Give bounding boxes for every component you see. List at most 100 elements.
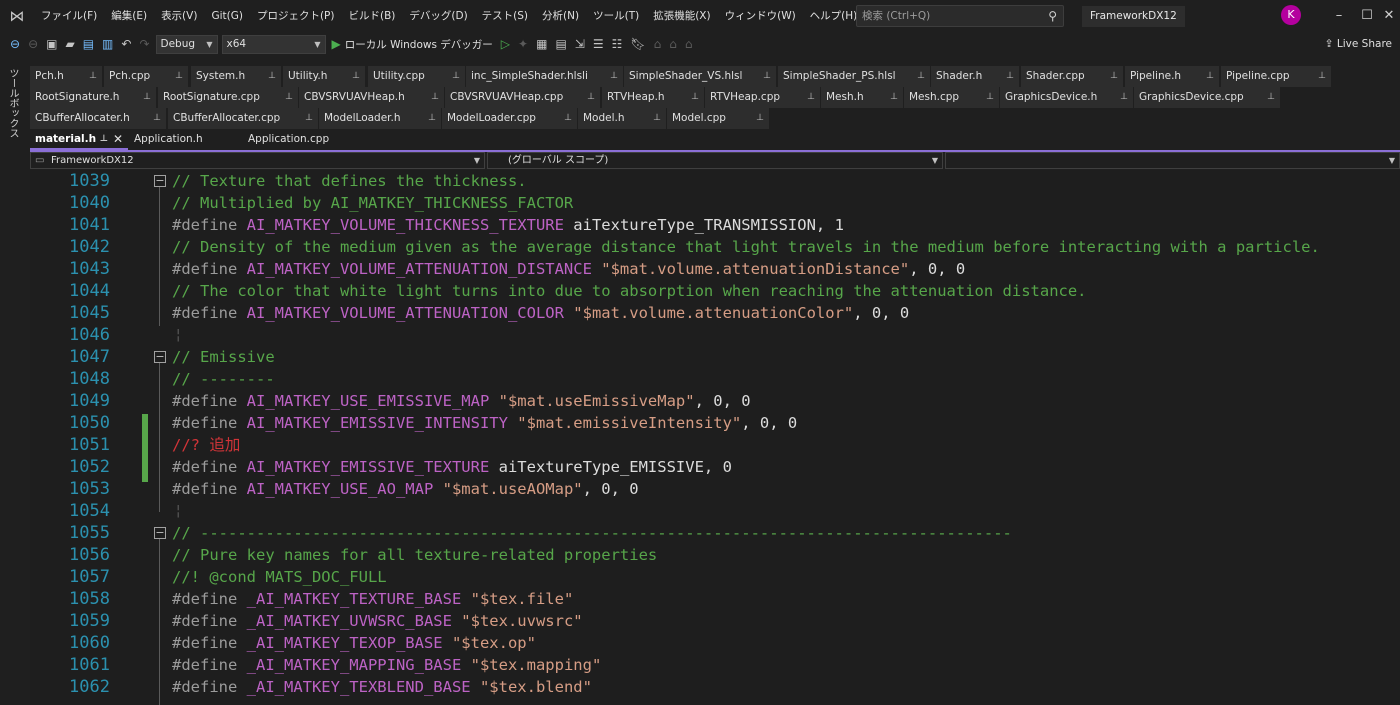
search-input[interactable]: 検索 (Ctrl+Q) ⚲ bbox=[856, 5, 1064, 27]
tab-utility-h[interactable]: Utility.h ⊥ bbox=[283, 66, 365, 87]
tab-pipeline-h[interactable]: Pipeline.h ⊥ bbox=[1125, 66, 1219, 87]
comment-icon[interactable]: ☰ bbox=[589, 32, 608, 56]
avatar[interactable]: K bbox=[1281, 5, 1301, 25]
pin-icon[interactable]: ⊥ bbox=[653, 108, 661, 129]
code-line[interactable]: 1050 #define AI_MATKEY_EMISSIVE_INTENSIT… bbox=[30, 412, 1400, 434]
next-bookmark-icon[interactable]: ⌂ bbox=[665, 32, 681, 56]
collapse-icon[interactable]: − bbox=[154, 351, 166, 363]
undo-icon[interactable]: ↶ bbox=[117, 32, 135, 56]
tab-application-cpp[interactable]: Application.cpp bbox=[243, 129, 373, 150]
close-window-button[interactable]: ✕ bbox=[1374, 0, 1400, 32]
tab-model-h[interactable]: Model.h ⊥ bbox=[578, 108, 666, 129]
code-line[interactable]: 1057 //! @cond MATS_DOC_FULL bbox=[30, 566, 1400, 588]
pin-icon[interactable]: ⊥ bbox=[452, 66, 460, 87]
pin-icon[interactable]: ⊥ bbox=[986, 87, 994, 108]
tab-rtvheap-h[interactable]: RTVHeap.h ⊥ bbox=[602, 87, 704, 108]
toolbox-label[interactable]: ツールボックス bbox=[5, 60, 20, 138]
configuration-select[interactable]: Debug ▼ bbox=[155, 34, 218, 54]
navigate-forward-icon[interactable]: ⊖ bbox=[24, 32, 42, 56]
tab-shader-h[interactable]: Shader.h ⊥ bbox=[931, 66, 1019, 87]
tab-cbvsrvuavheap-cpp[interactable]: CBVSRVUAVHeap.cpp ⊥ bbox=[445, 87, 600, 108]
tab-shader-cpp[interactable]: Shader.cpp ⊥ bbox=[1021, 66, 1123, 87]
tab-rtvheap-cpp[interactable]: RTVHeap.cpp ⊥ bbox=[705, 87, 820, 108]
pin-icon[interactable]: ⊥ bbox=[691, 87, 699, 108]
hot-reload-icon[interactable]: ✦ bbox=[514, 32, 532, 56]
tab-modelloader-h[interactable]: ModelLoader.h ⊥ bbox=[319, 108, 441, 129]
tab-mesh-h[interactable]: Mesh.h ⊥ bbox=[821, 87, 903, 108]
tab-cbvsrvuavheap-h[interactable]: CBVSRVUAVHeap.h ⊥ bbox=[299, 87, 444, 108]
layout-icon[interactable]: ▤ bbox=[551, 32, 570, 56]
menu-project[interactable]: プロジェクト(P) bbox=[250, 0, 342, 32]
menu-view[interactable]: 表示(V) bbox=[154, 0, 204, 32]
code-line[interactable]: 1059 #define _AI_MATKEY_UVWSRC_BASE "$te… bbox=[30, 610, 1400, 632]
menu-extensions[interactable]: 拡張機能(X) bbox=[646, 0, 717, 32]
save-icon[interactable]: ▤ bbox=[79, 32, 98, 56]
code-line[interactable]: 1045 #define AI_MATKEY_VOLUME_ATTENUATIO… bbox=[30, 302, 1400, 324]
tab-cbufferallocater-cpp[interactable]: CBufferAllocater.cpp ⊥ bbox=[168, 108, 318, 129]
code-line[interactable]: 1051 //? 追加 bbox=[30, 434, 1400, 456]
project-select[interactable]: ▭ FrameworkDX12 ▼ bbox=[30, 152, 485, 169]
code-line[interactable]: 1054 ¦ bbox=[30, 500, 1400, 522]
menu-analyze[interactable]: 分析(N) bbox=[535, 0, 586, 32]
code-line[interactable]: 1056 // Pure key names for all texture-r… bbox=[30, 544, 1400, 566]
pin-icon[interactable]: ⊥ bbox=[352, 66, 360, 87]
pin-icon[interactable]: ⊥ bbox=[431, 87, 439, 108]
code-editor[interactable]: 1039 − // Texture that defines the thick… bbox=[30, 170, 1400, 705]
pin-icon[interactable]: ⊥ bbox=[89, 66, 97, 87]
code-line[interactable]: 1052 #define AI_MATKEY_EMISSIVE_TEXTURE … bbox=[30, 456, 1400, 478]
code-line[interactable]: 1041 #define AI_MATKEY_VOLUME_THICKNESS_… bbox=[30, 214, 1400, 236]
pin-icon[interactable]: ⊥ bbox=[1206, 66, 1214, 87]
pin-icon[interactable]: ⊥ bbox=[564, 108, 572, 129]
visual-studio-logo-icon[interactable]: ⋈ bbox=[0, 0, 34, 32]
pin-icon[interactable]: ⊥ bbox=[587, 87, 595, 108]
code-line[interactable]: 1060 #define _AI_MATKEY_TEXOP_BASE "$tex… bbox=[30, 632, 1400, 654]
collapse-icon[interactable]: − bbox=[154, 527, 166, 539]
solution-name-badge[interactable]: FrameworkDX12 bbox=[1082, 6, 1185, 27]
code-line[interactable]: 1042 // Density of the medium given as t… bbox=[30, 236, 1400, 258]
tab-simpleshader-ps[interactable]: SimpleShader_PS.hlsl ⊥ bbox=[778, 66, 930, 87]
code-line[interactable]: 1062 #define _AI_MATKEY_TEXBLEND_BASE "$… bbox=[30, 676, 1400, 698]
menu-tools[interactable]: ツール(T) bbox=[586, 0, 646, 32]
clear-bookmark-icon[interactable]: ⌂ bbox=[681, 32, 697, 56]
pin-icon[interactable]: ⊥ bbox=[1267, 87, 1275, 108]
start-without-debugging-icon[interactable]: ▷ bbox=[497, 32, 514, 56]
pin-icon[interactable]: ⊥ bbox=[143, 87, 151, 108]
tab-cbufferallocater-h[interactable]: CBufferAllocater.h ⊥ bbox=[30, 108, 166, 129]
pin-icon[interactable]: ⊥ bbox=[1006, 66, 1014, 87]
code-line[interactable]: 1044 // The color that white light turns… bbox=[30, 280, 1400, 302]
scope-select[interactable]: (グローバル スコープ) ▼ bbox=[487, 152, 943, 169]
pin-icon[interactable]: ⊥ bbox=[890, 87, 898, 108]
pin-icon[interactable]: ⊥ bbox=[1110, 66, 1118, 87]
code-line[interactable]: 1046 ¦ bbox=[30, 324, 1400, 346]
save-all-icon[interactable]: ▥ bbox=[98, 32, 117, 56]
code-line[interactable]: 1039 − // Texture that defines the thick… bbox=[30, 170, 1400, 192]
minimize-button[interactable]: – bbox=[1324, 0, 1354, 32]
menu-window[interactable]: ウィンドウ(W) bbox=[718, 0, 803, 32]
code-line[interactable]: 1047 − // Emissive bbox=[30, 346, 1400, 368]
pin-icon[interactable]: ⊥ bbox=[610, 66, 618, 87]
step-icon[interactable]: ⇲ bbox=[571, 32, 589, 56]
menu-file[interactable]: ファイル(F) bbox=[34, 0, 104, 32]
menu-test[interactable]: テスト(S) bbox=[475, 0, 535, 32]
start-debugging-button[interactable]: ▶ ローカル Windows デバッガー bbox=[328, 32, 497, 56]
pin-icon[interactable]: ⊥ bbox=[153, 108, 161, 129]
close-icon[interactable]: ✕ bbox=[113, 129, 123, 148]
collapse-icon[interactable]: − bbox=[154, 175, 166, 187]
pin-icon[interactable]: ⊥ bbox=[756, 108, 764, 129]
menu-git[interactable]: Git(G) bbox=[204, 0, 250, 32]
uncomment-icon[interactable]: ☷ bbox=[608, 32, 627, 56]
code-line[interactable]: 1061 #define _AI_MATKEY_MAPPING_BASE "$t… bbox=[30, 654, 1400, 676]
menu-debug[interactable]: デバッグ(D) bbox=[402, 0, 474, 32]
pin-icon[interactable]: ⊥ bbox=[1318, 66, 1326, 87]
navigate-back-icon[interactable]: ⊖ bbox=[6, 32, 24, 56]
platform-select[interactable]: x64 ▼ bbox=[221, 34, 326, 54]
pin-icon[interactable]: ⊥ bbox=[917, 66, 925, 87]
pin-icon[interactable]: ⊥ bbox=[428, 108, 436, 129]
tab-rootsignature-cpp[interactable]: RootSignature.cpp ⊥ bbox=[158, 87, 298, 108]
code-line[interactable]: 1043 #define AI_MATKEY_VOLUME_ATTENUATIO… bbox=[30, 258, 1400, 280]
code-line[interactable]: 1053 #define AI_MATKEY_USE_AO_MAP "$mat.… bbox=[30, 478, 1400, 500]
menu-edit[interactable]: 編集(E) bbox=[104, 0, 154, 32]
redo-icon[interactable]: ↷ bbox=[135, 32, 153, 56]
tab-pch-h[interactable]: Pch.h ⊥ bbox=[30, 66, 102, 87]
tab-pch-cpp[interactable]: Pch.cpp ⊥ bbox=[104, 66, 188, 87]
